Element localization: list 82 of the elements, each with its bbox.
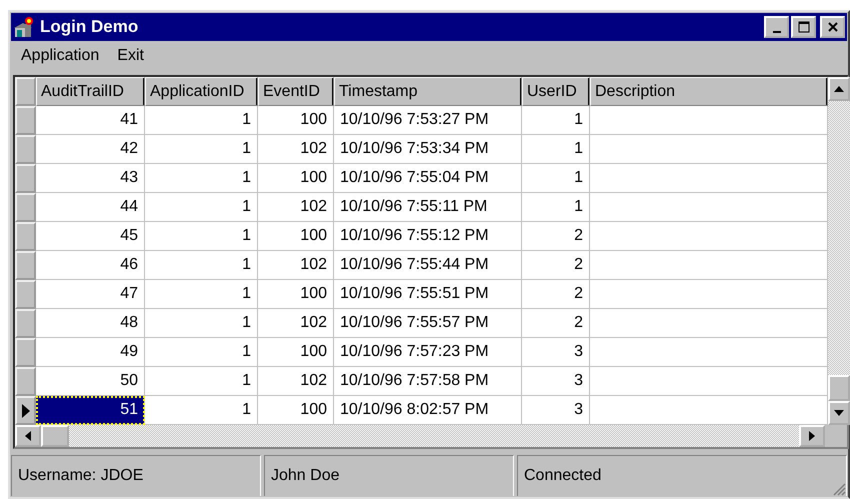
table-cell: 47 [36, 280, 145, 309]
table-cell: 1 [145, 338, 258, 367]
column-header[interactable]: ApplicationID [145, 77, 258, 106]
scroll-left-button[interactable] [15, 425, 41, 447]
table-cell: 100 [258, 280, 334, 309]
table-cell: 44 [36, 193, 145, 222]
table-cell: 49 [36, 338, 145, 367]
table-cell: 41 [36, 106, 145, 135]
table-cell: 1 [522, 164, 590, 193]
table-cell: 1 [145, 309, 258, 338]
table-cell: 102 [258, 251, 334, 280]
table-cell: 1 [145, 251, 258, 280]
table-cell: 2 [522, 309, 590, 338]
table-cell: 43 [36, 164, 145, 193]
table-cell: 2 [522, 222, 590, 251]
table-cell: 45 [36, 222, 145, 251]
scroll-right-button[interactable] [799, 425, 825, 447]
scroll-down-button[interactable] [828, 401, 850, 425]
scroll-thumb[interactable] [828, 375, 850, 401]
table-cell: 2 [522, 280, 590, 309]
table-cell: 102 [258, 193, 334, 222]
table-cell: 102 [258, 309, 334, 338]
row-header[interactable] [15, 396, 36, 425]
column-header[interactable]: Timestamp [334, 77, 522, 106]
table-cell: 1 [522, 193, 590, 222]
table-cell: 1 [145, 222, 258, 251]
table-cell: 1 [522, 135, 590, 164]
row-pointer-icon [22, 404, 30, 418]
vertical-scrollbar[interactable] [828, 77, 850, 425]
table-cell: 10/10/96 7:55:11 PM [334, 193, 522, 222]
window-title: Login Demo [40, 17, 140, 37]
table-cell: 10/10/96 7:57:58 PM [334, 367, 522, 396]
minimize-button[interactable] [764, 16, 789, 38]
table-cell: 102 [258, 367, 334, 396]
scroll-thumb[interactable] [41, 425, 69, 447]
status-pane: Username: JDOE [11, 455, 261, 496]
close-button[interactable] [820, 16, 845, 38]
column-header[interactable]: EventID [258, 77, 334, 106]
table-cell: 1 [145, 135, 258, 164]
maximize-button[interactable] [791, 16, 816, 38]
table-cell: 3 [522, 367, 590, 396]
menu-item[interactable]: Application [21, 47, 100, 65]
table-cell: 1 [145, 280, 258, 309]
close-icon [826, 21, 838, 33]
table-cell: 1 [145, 367, 258, 396]
column-header[interactable]: AuditTrailID [36, 77, 145, 106]
table-cell: 1 [145, 106, 258, 135]
table-cell: 1 [145, 164, 258, 193]
table-cell: 10/10/96 7:55:57 PM [334, 309, 522, 338]
table-cell: 100 [258, 338, 334, 367]
table-cell: 46 [36, 251, 145, 280]
status-pane: Connected [517, 455, 847, 496]
table-cell: 100 [258, 164, 334, 193]
down-arrow-icon [834, 410, 844, 416]
maximize-icon [798, 21, 810, 33]
table-cell: 3 [522, 338, 590, 367]
table-cell: 1 [145, 193, 258, 222]
table-cell: 102 [258, 135, 334, 164]
table-cell: 42 [36, 135, 145, 164]
resize-grip-icon[interactable] [832, 482, 846, 496]
menu-item[interactable]: Exit [117, 47, 144, 65]
left-arrow-icon [25, 431, 31, 441]
column-header[interactable]: UserID [522, 77, 590, 106]
table-cell: 100 [258, 106, 334, 135]
table-cell: 100 [258, 222, 334, 251]
table-cell: 2 [522, 251, 590, 280]
table-cell: 10/10/96 7:55:12 PM [334, 222, 522, 251]
minimize-icon [772, 30, 780, 32]
scroll-up-button[interactable] [828, 77, 850, 101]
right-arrow-icon [809, 431, 815, 441]
table-cell: 51 [36, 396, 145, 425]
table-cell: 10/10/96 7:57:23 PM [334, 338, 522, 367]
table-cell: 10/10/96 7:53:27 PM [334, 106, 522, 135]
table-cell: 10/10/96 7:55:44 PM [334, 251, 522, 280]
column-header[interactable]: Description [590, 77, 828, 106]
table-cell: 48 [36, 309, 145, 338]
table-cell: 10/10/96 7:55:04 PM [334, 164, 522, 193]
up-arrow-icon [834, 86, 844, 92]
table-cell: 10/10/96 7:55:51 PM [334, 280, 522, 309]
table-cell: 10/10/96 7:53:34 PM [334, 135, 522, 164]
status-pane: John Doe [264, 455, 514, 496]
table-cell: 1 [522, 106, 590, 135]
